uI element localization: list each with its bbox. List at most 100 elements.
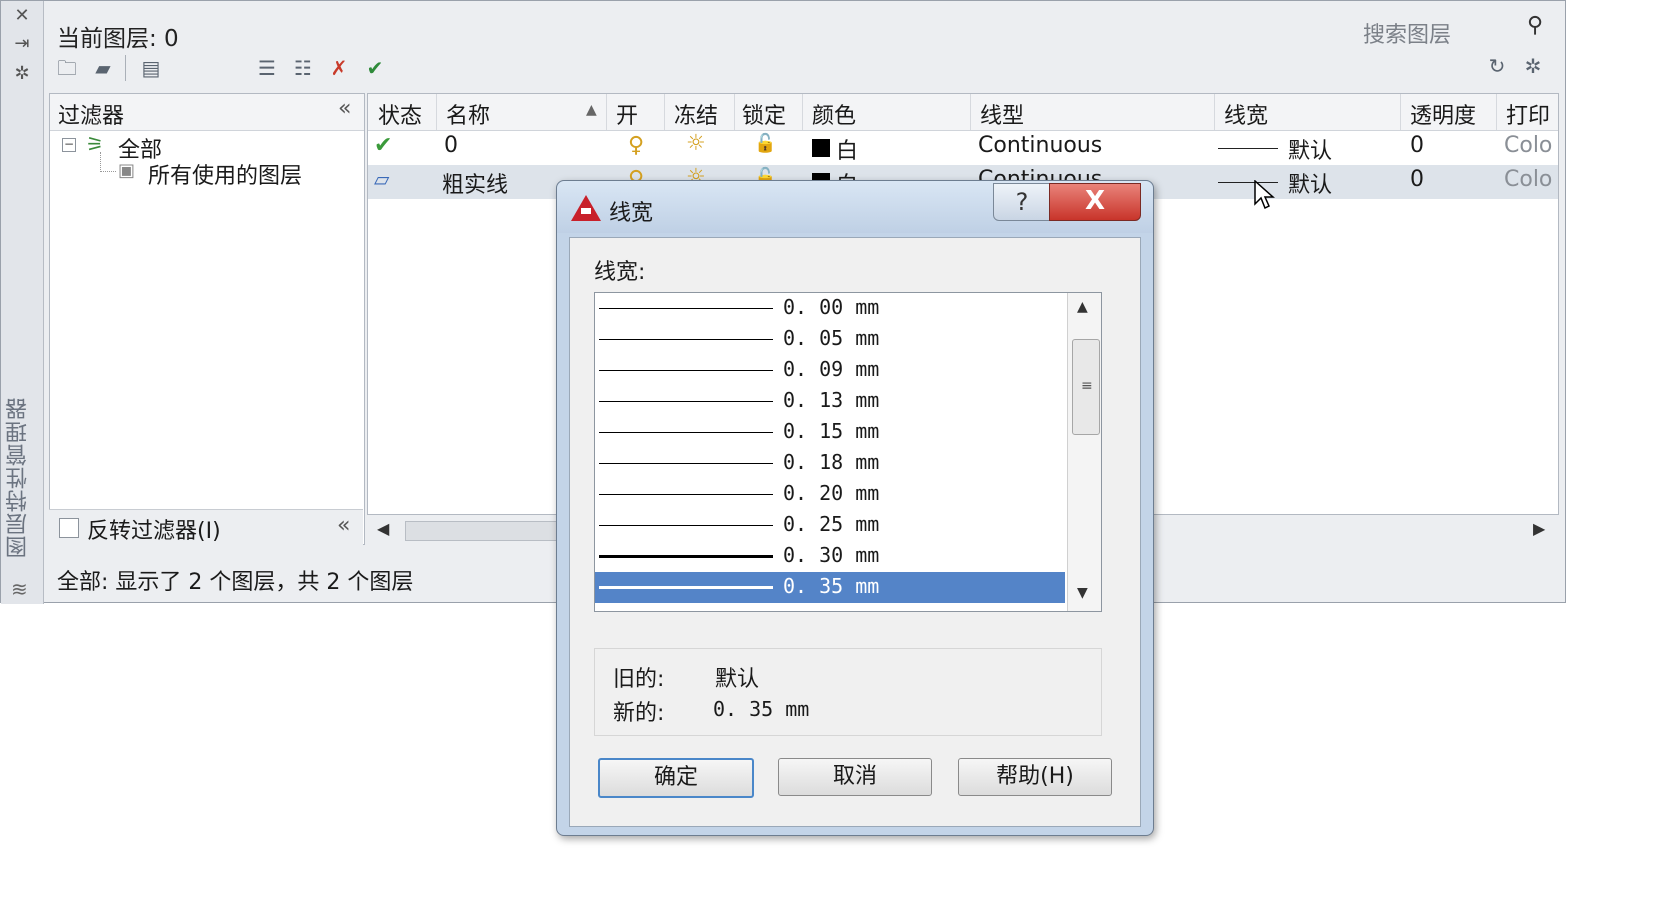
table-row[interactable]: ✔ 0 ♀ ☼ 🔓 白 Continuous 默认 0 Colo (368, 131, 1558, 165)
grid-header: 状态 名称 ▲ 开 冻结 锁定 颜色 线型 线宽 透明度 打印 (368, 94, 1558, 131)
list-item[interactable]: 0. 18 mm (595, 448, 1065, 479)
search-icon[interactable]: ⚲ (1527, 13, 1543, 38)
lineweight-sample (599, 432, 773, 433)
list-item-selected[interactable]: 0. 35 mm (595, 572, 1065, 603)
palette-side-title: 图层特性管理器 (6, 397, 31, 559)
vertical-scrollbar[interactable]: ▲ ≡ ▼ (1067, 293, 1101, 611)
col-lineweight[interactable]: 线宽 (1224, 98, 1268, 130)
lineweight-value: 0. 25 mm (783, 512, 880, 536)
list-item[interactable]: 0. 00 mm (595, 293, 1065, 324)
dialog-titlebar[interactable]: 线宽 ? X (557, 181, 1153, 233)
layer-transparency[interactable]: 0 (1410, 167, 1424, 192)
lineweight-sample (599, 370, 773, 371)
col-plot[interactable]: 打印 (1506, 98, 1556, 130)
lineweight-value: 0. 35 mm (783, 574, 880, 598)
layer-name[interactable]: 粗实线 (442, 167, 508, 199)
new-layer-icon[interactable]: ☰ (253, 55, 281, 81)
column-divider (1214, 94, 1215, 130)
col-name[interactable]: 名称 (446, 98, 490, 130)
close-button[interactable]: X (1049, 183, 1141, 221)
invert-filter-checkbox[interactable] (59, 518, 79, 538)
help-button[interactable]: 帮助(H) (958, 758, 1112, 796)
layer-color[interactable]: 白 (836, 133, 858, 165)
refresh-icon[interactable]: ↻ (1483, 53, 1511, 79)
column-divider (436, 94, 437, 130)
layer-lineweight[interactable]: 默认 (1288, 133, 1332, 165)
delete-layer-icon[interactable]: ✗ (325, 55, 353, 81)
list-item[interactable]: 0. 15 mm (595, 417, 1065, 448)
tree-expander-icon[interactable]: − (62, 138, 76, 152)
search-layers-input[interactable]: 搜索图层 ⚲ (1357, 11, 1557, 48)
col-on[interactable]: 开 (616, 98, 638, 130)
settings-gear-icon[interactable]: ✲ (1519, 53, 1547, 79)
lineweight-value: 0. 09 mm (783, 357, 880, 381)
new-value: 0. 35 mm (713, 697, 810, 721)
tree-item-used-layers[interactable]: 所有使用的图层 (148, 158, 302, 190)
column-divider (1400, 94, 1401, 130)
scroll-thumb[interactable]: ≡ (1072, 339, 1100, 435)
layer-plot-style[interactable]: Colo (1504, 167, 1552, 192)
palette-side-strip: ✕ ⇥ ✲ 图层特性管理器 ≋ (1, 1, 44, 604)
status-text: 全部: 显示了 2 个图层，共 2 个图层 (57, 570, 414, 595)
cancel-button[interactable]: 取消 (778, 758, 932, 796)
lineweight-value: 0. 30 mm (783, 543, 880, 567)
list-item[interactable]: 0. 25 mm (595, 510, 1065, 541)
autohide-icon[interactable]: ⇥ (11, 33, 33, 55)
list-item[interactable]: 0. 13 mm (595, 386, 1065, 417)
lineweight-sample (1218, 148, 1278, 149)
unlock-icon[interactable]: 🔓 (754, 133, 776, 154)
scroll-up-icon[interactable]: ▲ (1077, 299, 1088, 315)
column-divider (734, 94, 735, 130)
col-transparency[interactable]: 透明度 (1410, 98, 1476, 130)
layer-lineweight[interactable]: 默认 (1288, 167, 1332, 199)
col-lock[interactable]: 锁定 (742, 98, 786, 130)
sun-thaw-icon[interactable]: ☼ (686, 131, 706, 156)
scroll-left-icon[interactable]: ◀ (377, 519, 389, 538)
lineweight-sample (599, 401, 773, 402)
filter-used-icon: ▣ (118, 160, 136, 181)
col-color[interactable]: 颜色 (812, 98, 856, 130)
layer-states-manager-icon[interactable]: ▤ (137, 55, 165, 81)
layer-transparency[interactable]: 0 (1410, 133, 1424, 158)
col-freeze[interactable]: 冻结 (674, 98, 718, 130)
mouse-pointer-icon (1254, 180, 1275, 210)
lineweight-value: 0. 13 mm (783, 388, 880, 412)
invert-filter-label[interactable]: 反转过滤器(I) (87, 513, 221, 545)
lineweight-list[interactable]: 0. 00 mm 0. 05 mm 0. 09 mm 0. 13 mm 0. 1… (594, 292, 1102, 612)
scroll-right-icon[interactable]: ▶ (1533, 519, 1545, 538)
close-icon[interactable]: ✕ (11, 5, 33, 27)
lineweight-sample (599, 494, 773, 495)
collapse-filter-bottom-icon[interactable]: « (337, 513, 350, 538)
scroll-down-icon[interactable]: ▼ (1077, 585, 1088, 601)
col-status[interactable]: 状态 (378, 98, 422, 130)
list-item[interactable]: 0. 30 mm (595, 541, 1065, 572)
new-property-filter-icon[interactable]: 🗀 (53, 55, 81, 81)
invert-filter-row: 反转过滤器(I) « (49, 509, 363, 546)
properties-icon[interactable]: ✲ (11, 63, 33, 85)
old-label: 旧的: (613, 667, 665, 692)
new-group-filter-icon[interactable]: ▰ (89, 55, 117, 81)
column-divider (970, 94, 971, 130)
col-linetype[interactable]: 线型 (980, 98, 1024, 130)
new-layer-vp-frozen-icon[interactable]: ☷ (289, 55, 317, 81)
autocad-logo-icon (581, 208, 591, 214)
current-layer-label: 当前图层: 0 (57, 26, 179, 52)
set-current-icon[interactable]: ✔ (361, 55, 389, 81)
color-swatch[interactable] (812, 139, 830, 157)
layer-linetype[interactable]: Continuous (978, 133, 1102, 158)
column-divider (802, 94, 803, 130)
help-question-button[interactable]: ? (993, 183, 1051, 221)
layer-name[interactable]: 0 (444, 133, 458, 158)
scroll-grip-icon: ≡ (1081, 378, 1093, 394)
collapse-filter-icon[interactable]: « (338, 96, 351, 121)
new-label: 新的: (613, 701, 665, 726)
column-divider (664, 94, 665, 130)
ok-button[interactable]: 确定 (598, 758, 754, 798)
list-item[interactable]: 0. 20 mm (595, 479, 1065, 510)
bulb-on-icon[interactable]: ♀ (628, 133, 644, 158)
scroll-thumb[interactable] (405, 521, 567, 541)
list-item[interactable]: 0. 09 mm (595, 355, 1065, 386)
filter-title: 过滤器 (58, 104, 125, 129)
layer-plot-style[interactable]: Colo (1504, 133, 1552, 158)
list-item[interactable]: 0. 05 mm (595, 324, 1065, 355)
